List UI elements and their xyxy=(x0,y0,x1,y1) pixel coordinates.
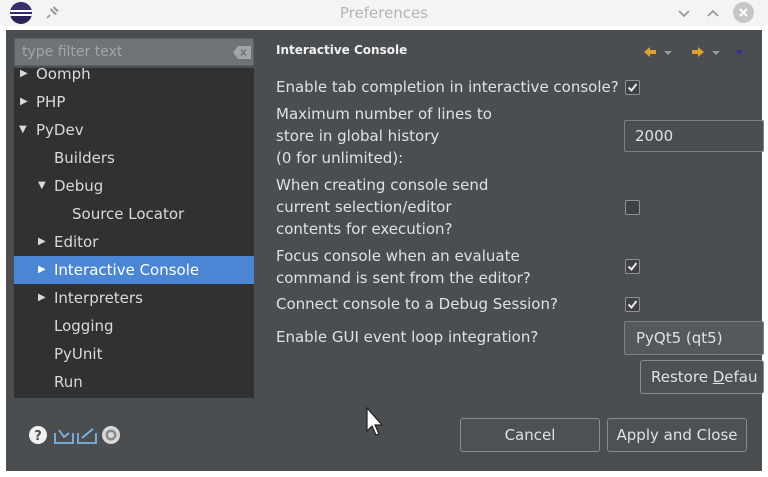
checkmark-icon xyxy=(627,83,638,93)
close-icon xyxy=(739,8,748,17)
forward-menu-chevron-icon[interactable] xyxy=(712,51,720,55)
expand-arrow-icon[interactable]: ▶ xyxy=(20,88,28,116)
import-icon[interactable] xyxy=(54,429,74,444)
gui-loop-label: Enable GUI event loop integration? xyxy=(276,328,539,346)
oomph-record-icon[interactable] xyxy=(102,426,120,444)
maximize-chevron-icon[interactable] xyxy=(703,3,723,23)
svg-text:?: ? xyxy=(34,429,42,444)
mouse-cursor-icon xyxy=(366,407,384,436)
tree-item-logging[interactable]: Logging xyxy=(14,312,254,340)
focus-console-checkbox[interactable] xyxy=(625,259,640,274)
tree-item-builders[interactable]: Builders xyxy=(14,144,254,172)
collapse-arrow-icon[interactable]: ▼ xyxy=(38,172,46,200)
restore-defaults-button[interactable]: Restore Defau xyxy=(640,360,764,394)
send-selection-checkbox[interactable] xyxy=(625,200,640,215)
tree-item-editor[interactable]: ▶ Editor xyxy=(14,228,254,256)
window-title: Preferences xyxy=(339,4,429,22)
tree-item-interpreters[interactable]: ▶ Interpreters xyxy=(14,284,254,312)
bottom-toolbar: ? xyxy=(29,426,120,444)
expand-arrow-icon[interactable]: ▶ xyxy=(38,256,46,284)
apply-and-close-button[interactable]: Apply and Close xyxy=(607,418,747,452)
send-selection-label: When creating console send current selec… xyxy=(276,176,489,238)
preferences-window: Preferences type filter text ▶ Oomph ▶ P… xyxy=(0,0,768,477)
checkmark-icon xyxy=(627,300,638,310)
tree-item-run[interactable]: Run xyxy=(14,368,254,396)
filter-input[interactable]: type filter text xyxy=(14,38,254,66)
view-menu-icon[interactable] xyxy=(735,50,744,55)
back-menu-chevron-icon[interactable] xyxy=(664,51,672,55)
forward-arrow-icon[interactable] xyxy=(692,47,704,57)
help-icon[interactable]: ? xyxy=(29,426,47,444)
collapse-arrow-icon[interactable]: ▼ xyxy=(19,116,27,144)
expand-arrow-icon[interactable]: ▶ xyxy=(38,228,46,256)
back-arrow-icon[interactable] xyxy=(644,47,656,57)
tree-item-php[interactable]: ▶ PHP xyxy=(14,88,254,116)
close-button[interactable] xyxy=(733,2,754,23)
tree-item-source-locator[interactable]: Source Locator xyxy=(14,200,254,228)
expand-arrow-icon[interactable]: ▶ xyxy=(20,68,28,88)
history-lines-input[interactable]: 2000 xyxy=(624,120,764,152)
debug-session-label: Connect console to a Debug Session? xyxy=(276,295,558,313)
tree-item-pyunit[interactable]: PyUnit xyxy=(14,340,254,368)
tree-item-debug[interactable]: ▼ Debug xyxy=(14,172,254,200)
gui-loop-select[interactable]: PyQt5 (qt5) xyxy=(624,321,764,355)
page-navigation xyxy=(644,47,744,57)
history-lines-label: Maximum number of lines to store in glob… xyxy=(276,105,492,167)
debug-session-checkbox[interactable] xyxy=(625,297,640,312)
preferences-dialog: type filter text ▶ Oomph ▶ PHP ▼ PyDev B… xyxy=(6,30,764,471)
export-icon[interactable] xyxy=(77,428,97,444)
focus-console-label: Focus console when an evaluate command i… xyxy=(276,247,531,287)
clear-filter-icon[interactable] xyxy=(233,46,251,59)
tree-item-pydev[interactable]: ▼ PyDev xyxy=(14,116,254,144)
cancel-button[interactable]: Cancel xyxy=(460,418,600,452)
checkmark-icon xyxy=(627,262,638,272)
expand-arrow-icon[interactable]: ▶ xyxy=(38,284,46,312)
tab-completion-label: Enable tab completion in interactive con… xyxy=(276,78,619,96)
tree-item-oomph[interactable]: ▶ Oomph xyxy=(14,68,254,88)
minimize-chevron-icon[interactable] xyxy=(674,3,694,23)
title-bar[interactable]: Preferences xyxy=(0,0,768,26)
filter-placeholder: type filter text xyxy=(22,44,123,60)
tab-completion-checkbox[interactable] xyxy=(625,80,640,95)
preferences-tree[interactable]: ▶ Oomph ▶ PHP ▼ PyDev Builders ▼ Debug S… xyxy=(14,68,254,398)
tree-item-interactive-console[interactable]: ▶ Interactive Console xyxy=(14,256,254,284)
page-title: Interactive Console xyxy=(276,43,408,57)
